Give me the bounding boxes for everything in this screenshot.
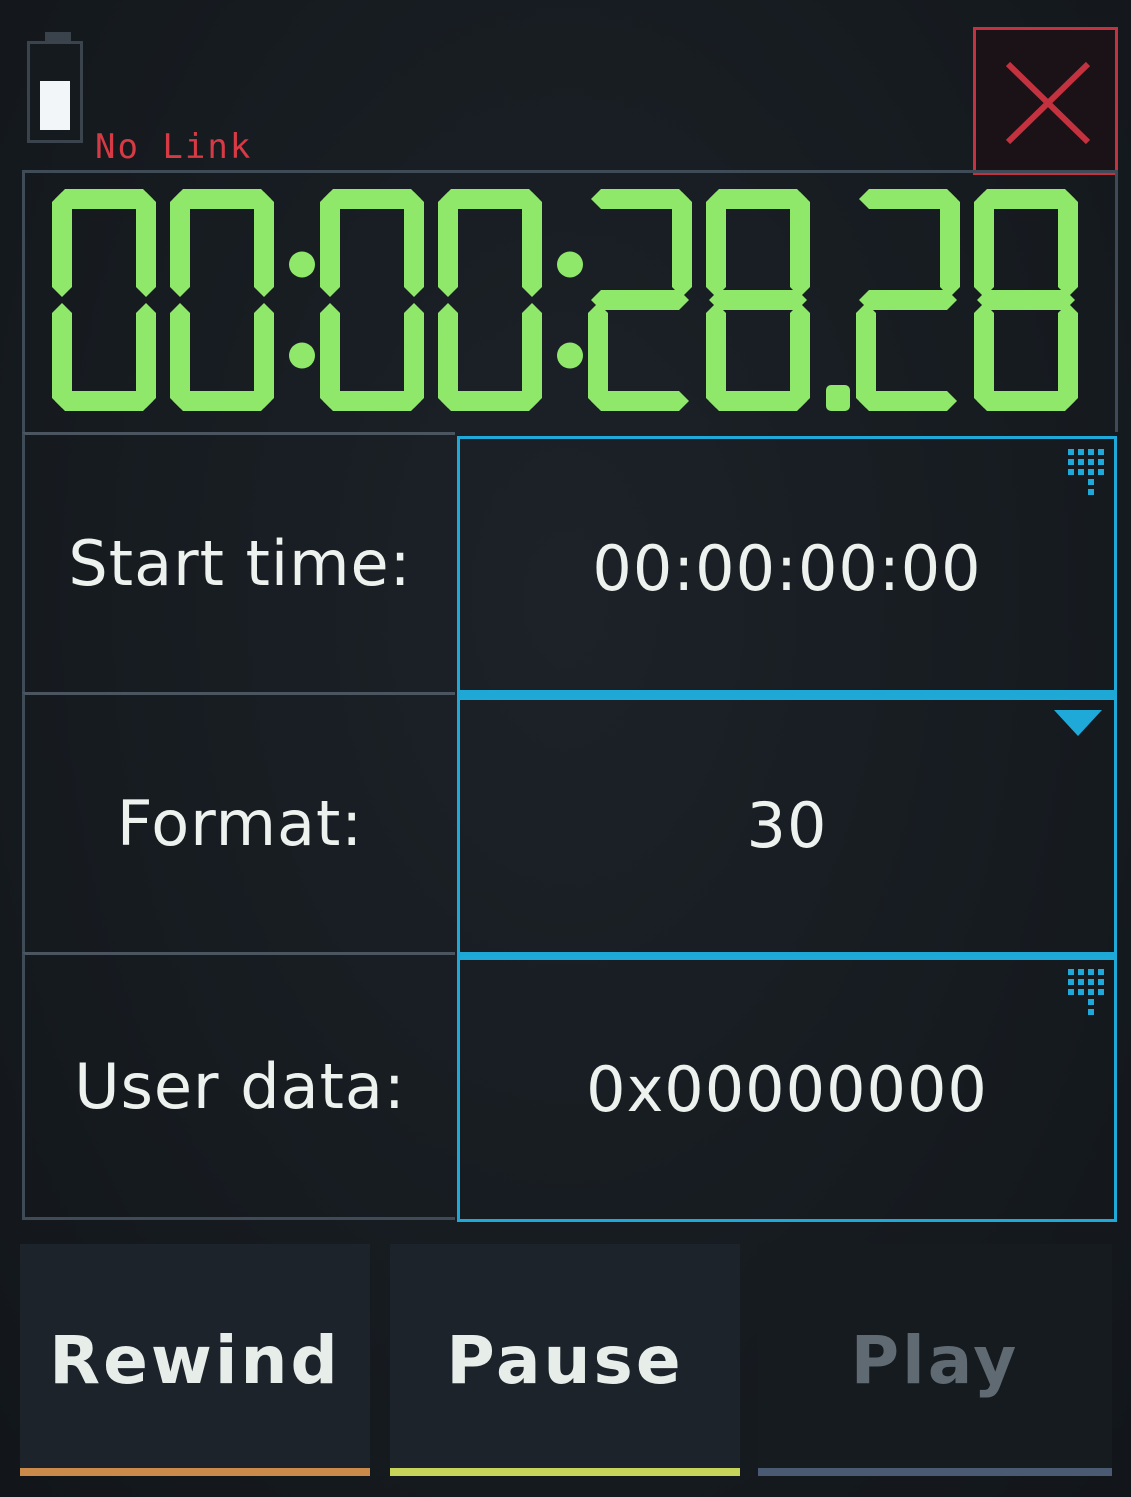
timecode-display xyxy=(22,170,1118,432)
timecode-digit xyxy=(52,189,156,411)
user-data-field[interactable]: 0x00000000 xyxy=(457,956,1117,1222)
timecode-digit xyxy=(438,189,542,411)
play-accent-bar xyxy=(758,1468,1112,1476)
format-label: Format: xyxy=(22,692,455,952)
timecode-digit xyxy=(974,189,1078,411)
battery-icon xyxy=(27,32,89,147)
close-icon xyxy=(1005,61,1091,145)
timecode-digit xyxy=(170,189,274,411)
timecode-decimal-point xyxy=(826,385,850,411)
timecode-colon xyxy=(557,251,583,369)
link-status: No Link xyxy=(95,127,253,167)
timecode-digit xyxy=(588,189,692,411)
timecode-digit xyxy=(706,189,810,411)
keypad-icon xyxy=(1068,969,1104,1015)
user-data-value: 0x00000000 xyxy=(586,1052,988,1126)
timecode-digits xyxy=(52,189,1078,411)
play-button[interactable]: Play xyxy=(758,1244,1112,1476)
dropdown-icon xyxy=(1054,710,1102,736)
pause-label: Pause xyxy=(446,1321,684,1399)
settings-grid: Start time: 00:00:00:00 Format: 30 User … xyxy=(22,432,1118,1222)
battery-level-fill xyxy=(40,81,70,130)
format-select[interactable]: 30 xyxy=(457,690,1117,960)
start-time-label: Start time: xyxy=(22,432,455,692)
timecode-digit xyxy=(320,189,424,411)
timecode-screen: No Link Start time: 00:00:00:00 Format: xyxy=(0,0,1131,1497)
pause-accent-bar xyxy=(390,1468,740,1476)
play-label: Play xyxy=(850,1321,1020,1399)
rewind-button[interactable]: Rewind xyxy=(20,1244,370,1476)
timecode-colon xyxy=(289,251,315,369)
start-time-value: 00:00:00:00 xyxy=(592,531,982,605)
keypad-icon xyxy=(1068,449,1104,495)
pause-button[interactable]: Pause xyxy=(390,1244,740,1476)
user-data-label: User data: xyxy=(22,952,455,1220)
rewind-label: Rewind xyxy=(49,1321,341,1399)
rewind-accent-bar xyxy=(20,1468,370,1476)
battery-body xyxy=(27,41,83,143)
timecode-digit xyxy=(856,189,960,411)
format-value: 30 xyxy=(746,788,828,862)
close-button[interactable] xyxy=(973,27,1118,175)
start-time-field[interactable]: 00:00:00:00 xyxy=(457,436,1117,700)
